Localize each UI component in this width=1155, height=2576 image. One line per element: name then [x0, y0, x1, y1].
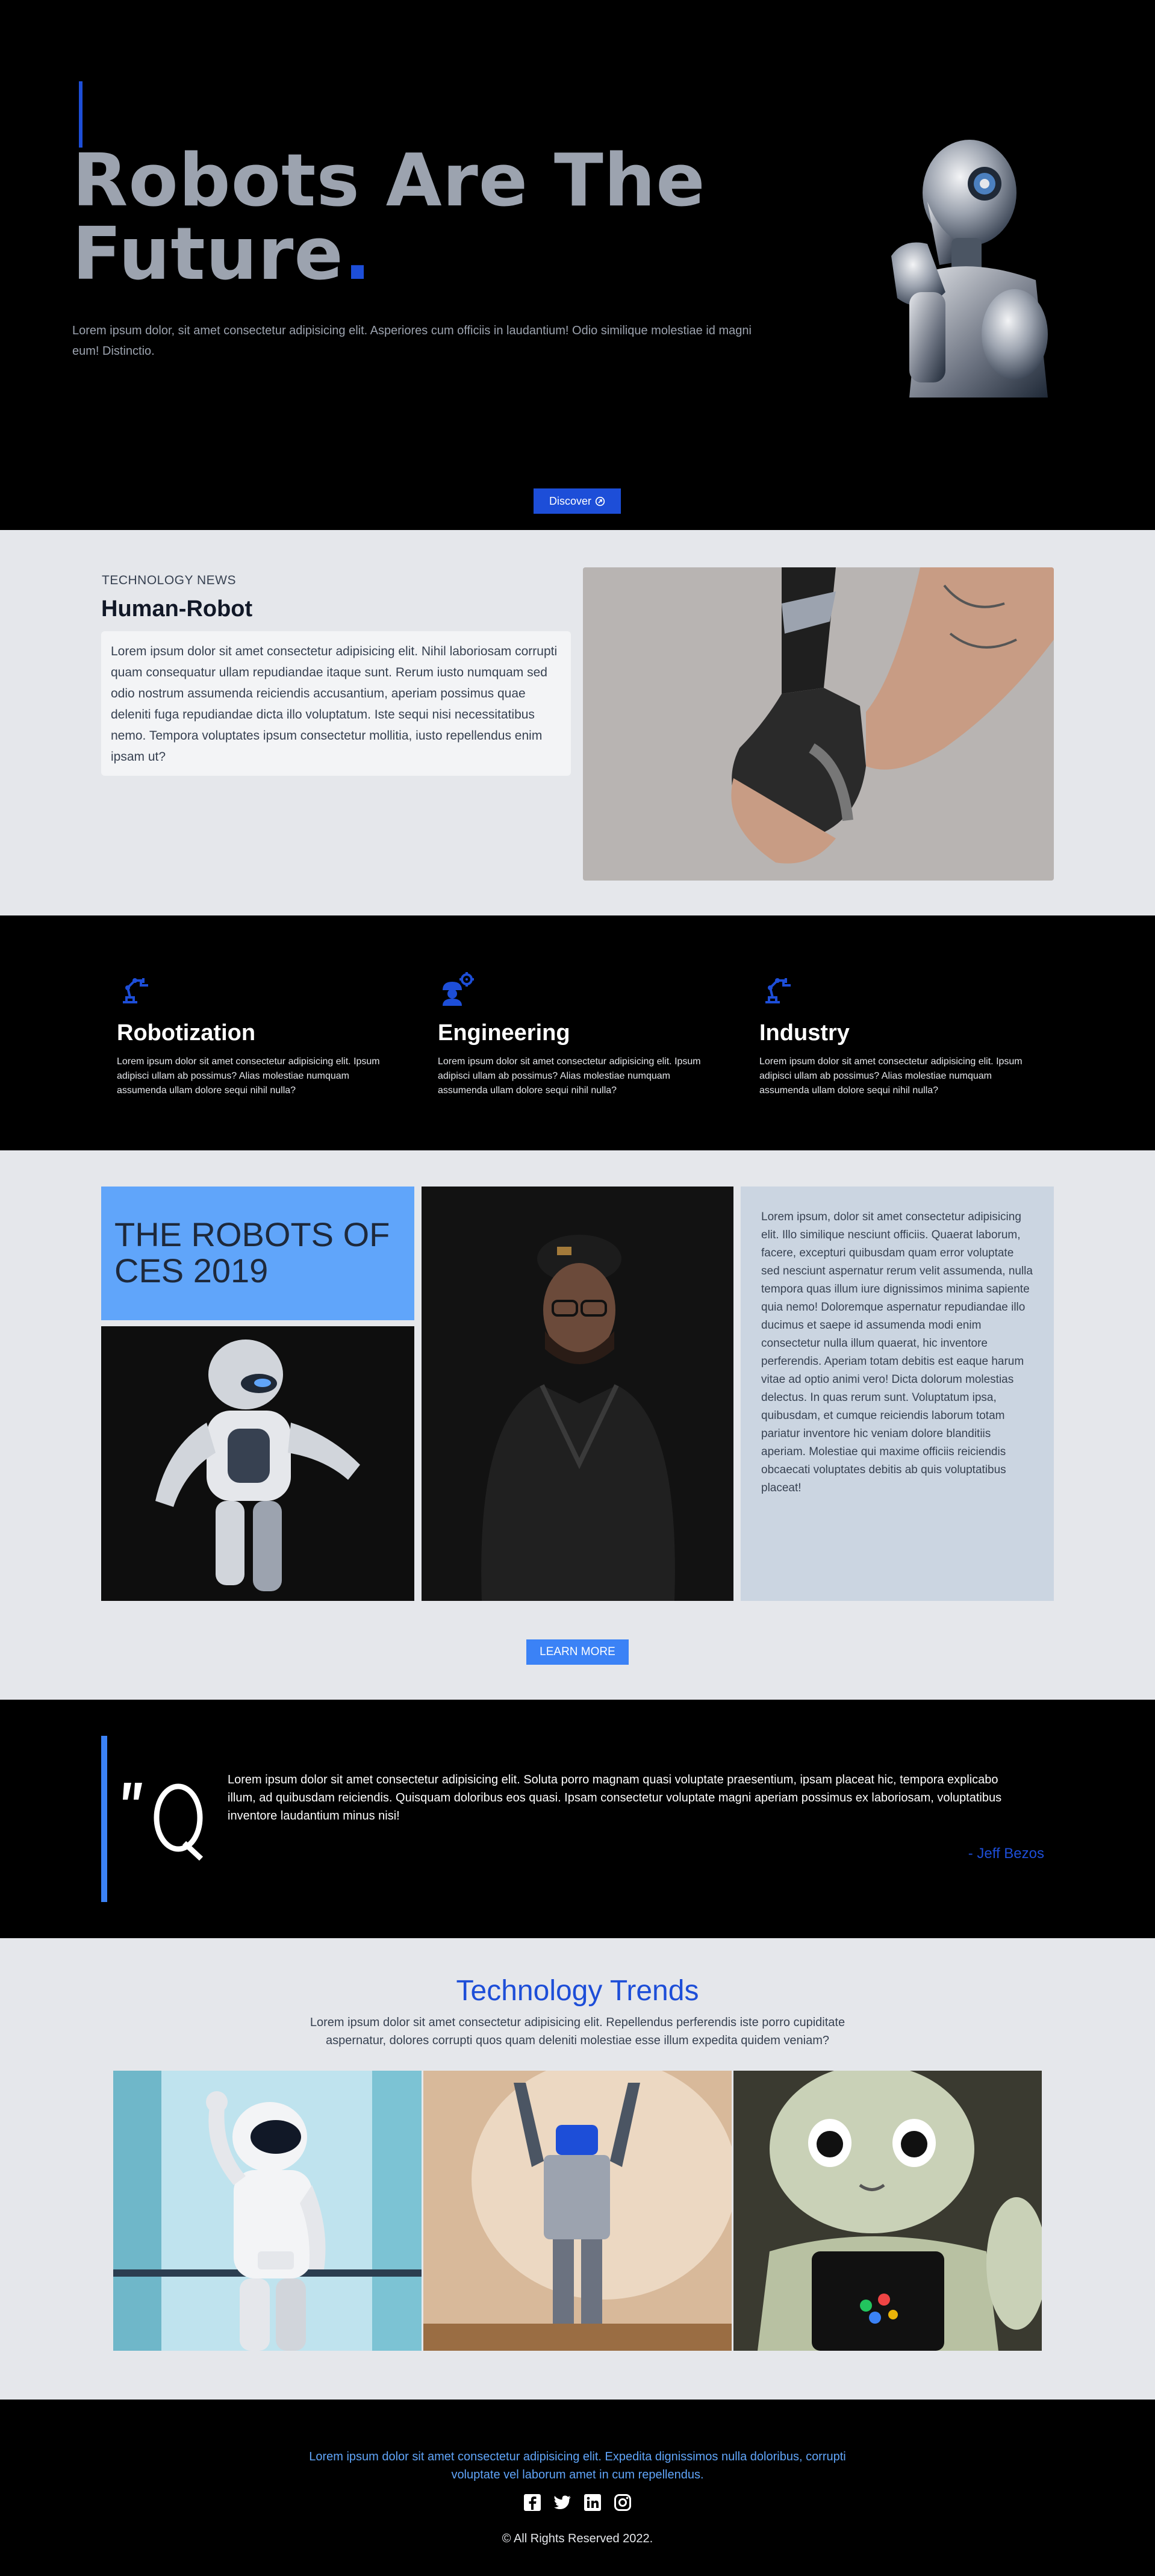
quote-section: Lorem ipsum dolor sit amet consectetur a… — [0, 1700, 1155, 1938]
hero-accent-bar — [79, 81, 82, 148]
discover-button[interactable]: Discover — [534, 488, 621, 514]
features-section: Robotization Lorem ipsum dolor sit amet … — [0, 915, 1155, 1150]
social-links — [0, 2493, 1155, 2512]
quote-accent-bar — [101, 1736, 107, 1902]
thinking-robot-image — [891, 140, 1048, 398]
robot-arm-icon — [765, 978, 791, 1003]
footer-text: Lorem ipsum dolor sit amet consectetur a… — [309, 2450, 846, 2481]
footer: Lorem ipsum dolor sit amet consectetur a… — [0, 2400, 1155, 2576]
asimo-robot-image — [113, 2071, 422, 2351]
feature-card-robotization: Robotization Lorem ipsum dolor sit amet … — [117, 970, 394, 1098]
ces-heading-block: THE ROBOTS OF CES 2019 — [101, 1187, 414, 1320]
news-body-card: Lorem ipsum dolor sit amet consectetur a… — [101, 631, 571, 776]
news-section: TECHNOLOGY NEWS Human-Robot Lorem ipsum … — [0, 530, 1155, 915]
feature-text: Lorem ipsum dolor sit amet consectetur a… — [759, 1056, 1023, 1096]
feature-text: Lorem ipsum dolor sit amet consectetur a… — [438, 1056, 701, 1096]
trends-section: Technology Trends Lorem ipsum dolor sit … — [0, 1938, 1155, 2400]
learn-more-button[interactable]: LEARN MORE — [526, 1639, 629, 1665]
feature-card-engineering: Engineering Lorem ipsum dolor sit amet c… — [438, 970, 715, 1098]
engineer-gear-icon — [443, 972, 474, 1006]
circle-arrow-icon — [595, 496, 605, 506]
copyright: © All Rights Reserved 2022. — [502, 2532, 653, 2545]
robot-hand-image — [583, 567, 1054, 881]
trends-description: Lorem ipsum dolor sit amet consectetur a… — [310, 2016, 845, 2047]
hero-title-line2: Future — [72, 213, 344, 296]
hero-section: Robots Are The Future. Lorem ipsum dolor… — [0, 0, 1155, 530]
twitter-icon[interactable] — [553, 2493, 572, 2512]
news-kicker: TECHNOLOGY NEWS — [102, 573, 236, 587]
trends-title: Technology Trends — [456, 1975, 699, 2007]
hero-title-line1: Robots Are The — [72, 139, 706, 223]
feature-title: Industry — [759, 1020, 850, 1046]
ces-heading: THE ROBOTS OF CES 2019 — [114, 1215, 390, 1290]
feature-title: Robotization — [117, 1020, 256, 1046]
instagram-icon[interactable] — [613, 2493, 632, 2512]
pepper-robot-image — [733, 2071, 1042, 2351]
quote-icon — [123, 1783, 204, 1861]
hero-title: Robots Are The Future. — [72, 145, 795, 292]
robot-arm-icon — [123, 978, 148, 1003]
white-robot-image — [101, 1326, 414, 1601]
ces-text-panel: Lorem ipsum, dolor sit amet consectetur … — [741, 1187, 1054, 1601]
news-title: Human-Robot — [101, 596, 253, 622]
hero-description: Lorem ipsum dolor, sit amet consectetur … — [72, 324, 752, 358]
feature-card-industry: Industry Lorem ipsum dolor sit amet cons… — [759, 970, 1036, 1098]
feature-title: Engineering — [438, 1020, 570, 1046]
humanoid-robot-arms-up-image — [423, 2071, 732, 2351]
quote-text: Lorem ipsum dolor sit amet consectetur a… — [228, 1773, 1002, 1823]
feature-text: Lorem ipsum dolor sit amet consectetur a… — [117, 1056, 380, 1096]
facebook-icon[interactable] — [523, 2493, 542, 2512]
hero-title-dot: . — [343, 213, 372, 296]
discover-label: Discover — [549, 494, 591, 507]
quote-author: - Jeff Bezos — [968, 1845, 1044, 1862]
linkedin-icon[interactable] — [583, 2493, 602, 2512]
ces-section: THE ROBOTS OF CES 2019 Lorem ipsum, dolo… — [0, 1150, 1155, 1700]
man-portrait-image — [422, 1187, 733, 1601]
